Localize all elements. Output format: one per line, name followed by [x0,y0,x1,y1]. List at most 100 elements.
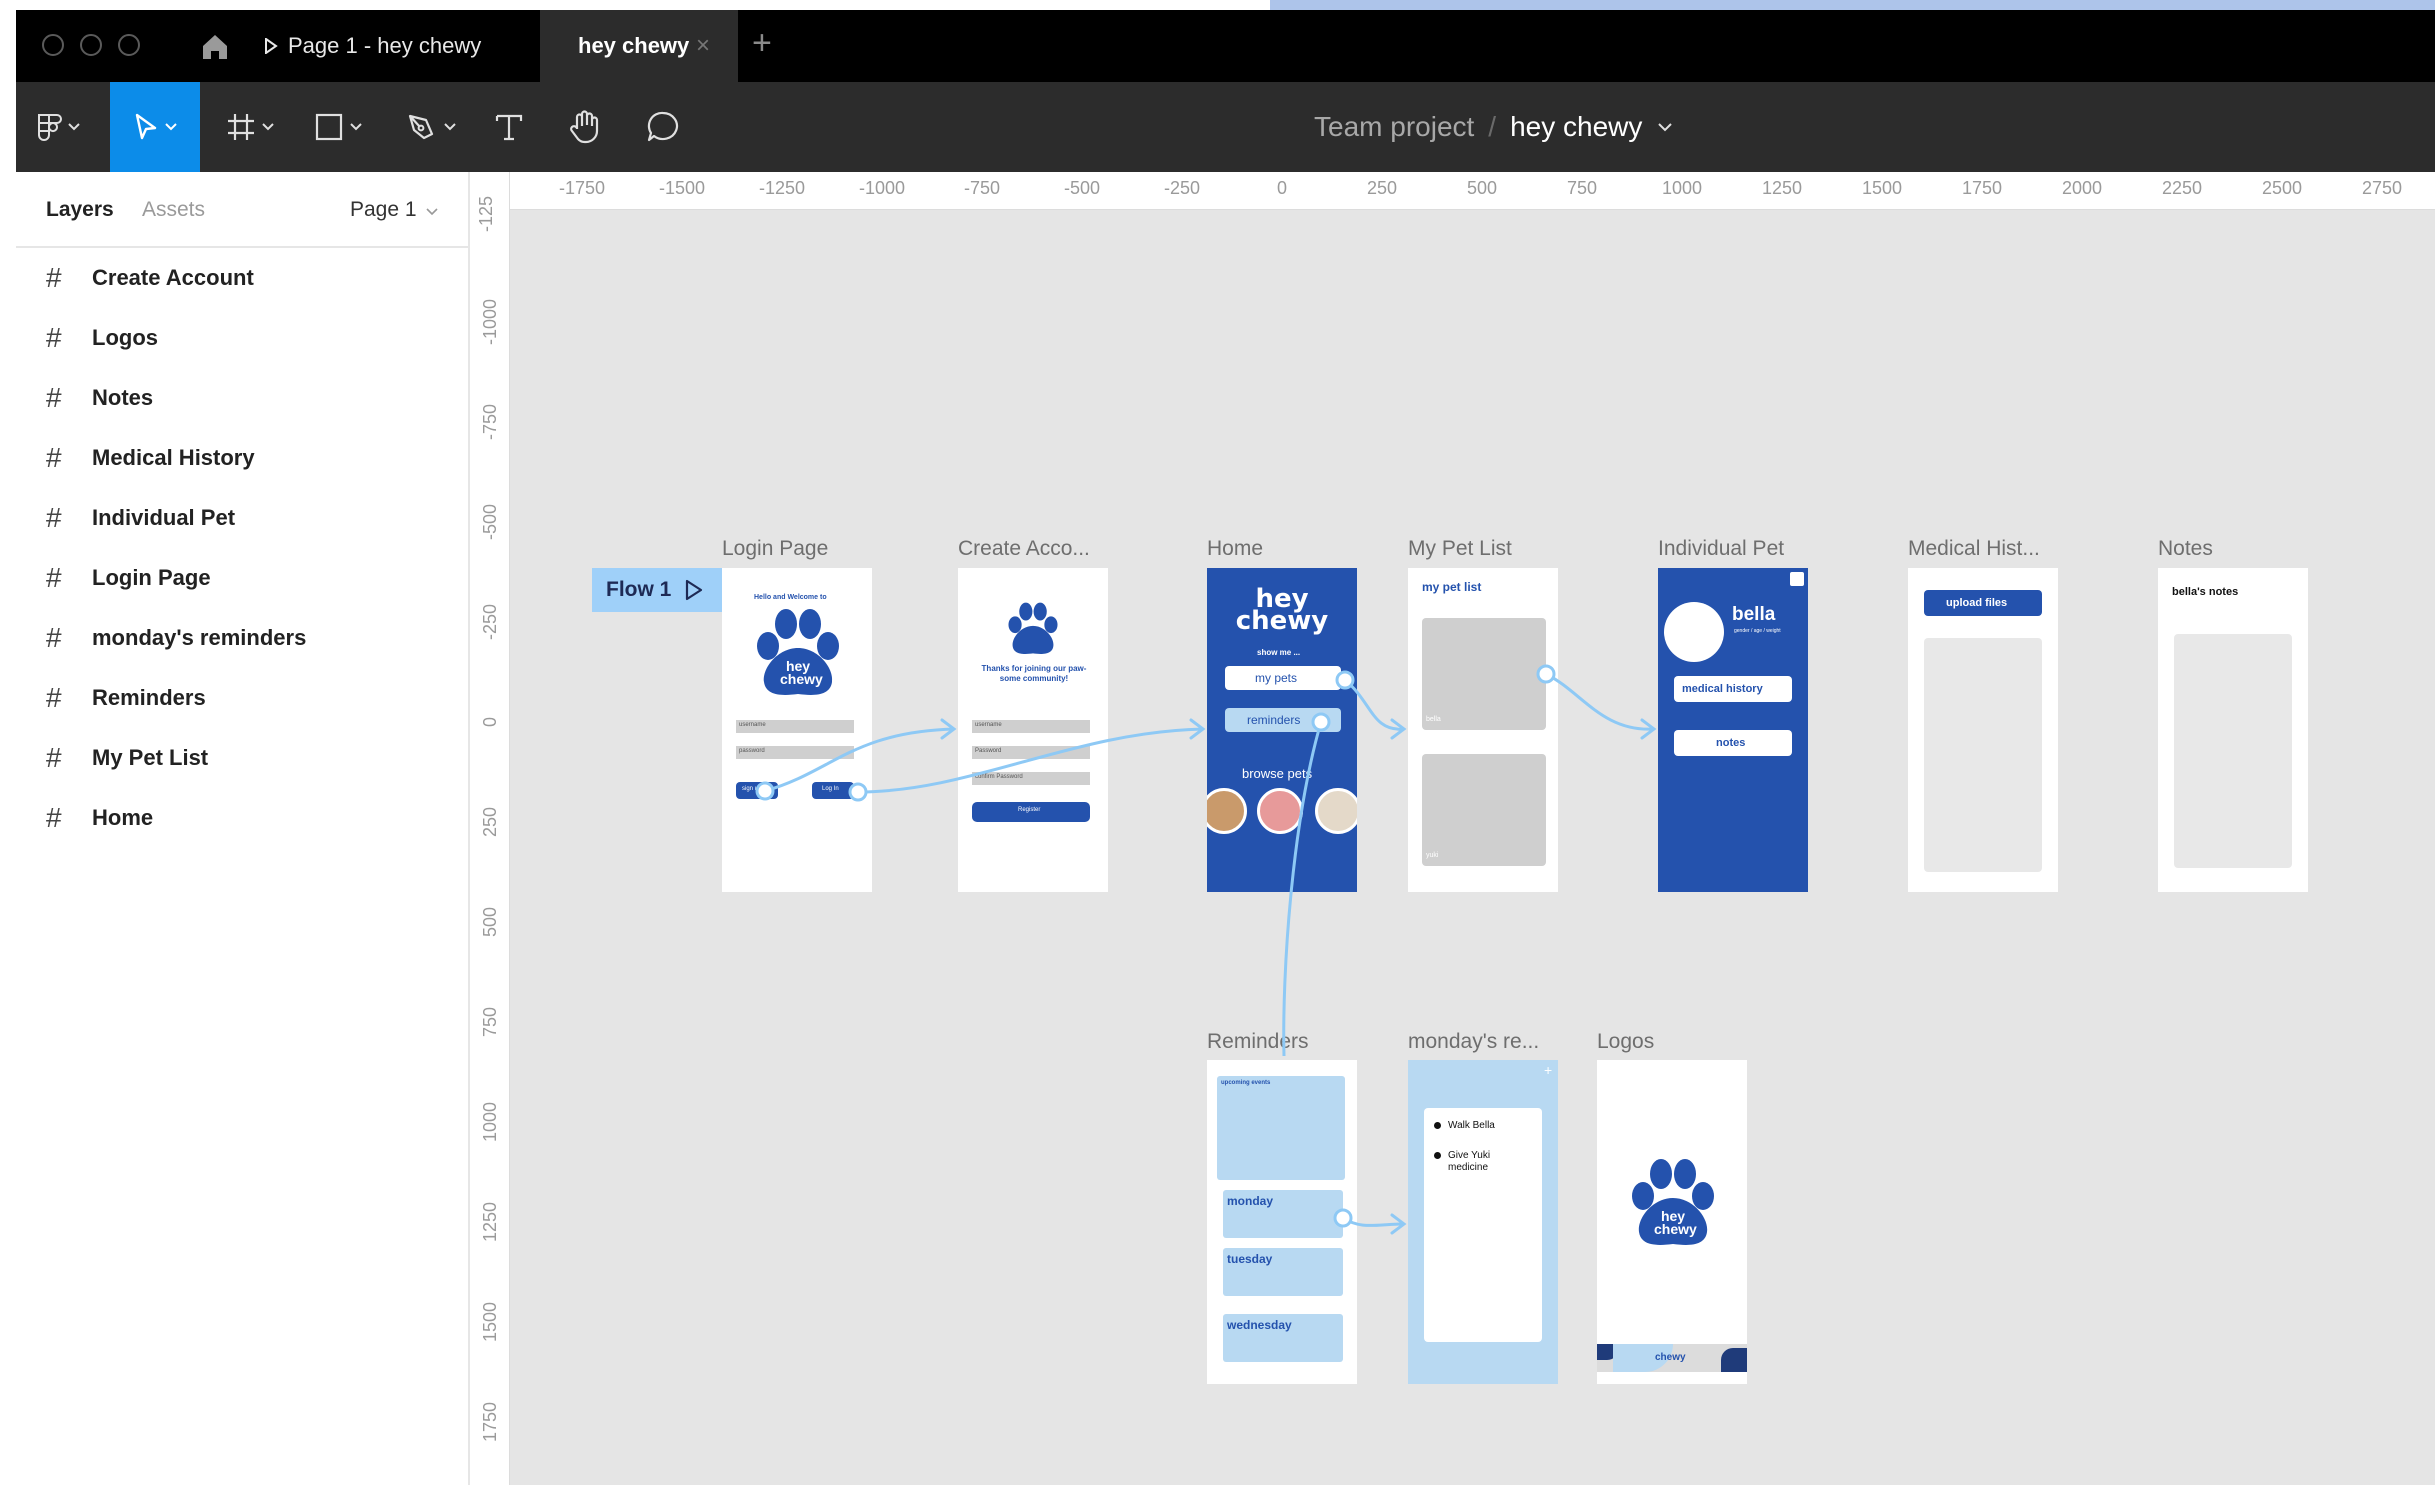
username-field[interactable]: username [972,720,1090,733]
frame-home[interactable]: hey chewy show me ... my pets reminders … [1207,568,1357,892]
frame-login-page[interactable]: Hello and Welcome to hey chewy username … [722,568,872,892]
layer-item[interactable]: # Login Page [46,558,211,598]
edit-icon[interactable] [1790,572,1804,586]
day-card-tuesday[interactable]: tuesday [1223,1248,1343,1296]
home-icon[interactable] [200,32,230,62]
frame-label[interactable]: Home [1207,537,1263,561]
move-tool-button[interactable] [110,82,200,172]
banner-shape [1721,1348,1747,1372]
frame-mondays-reminders[interactable]: + Walk Bella Give Yuki medicine [1408,1060,1558,1384]
chevron-down-icon [444,123,456,131]
layer-item[interactable]: # Individual Pet [46,498,235,538]
dog-photo[interactable] [1207,788,1247,834]
password-field[interactable]: password [736,746,854,759]
reminders-button[interactable]: reminders [1225,708,1341,732]
layer-item[interactable]: # Medical History [46,438,255,478]
flow-starting-point[interactable]: Flow 1 [592,568,724,612]
connector-pet-card[interactable] [1545,672,1655,731]
frame-my-pet-list[interactable]: my pet list bella yuki [1408,568,1558,892]
layer-item[interactable]: # Notes [46,378,153,418]
page-selector[interactable]: Page 1 [350,198,438,222]
arrowhead-icon [940,718,957,740]
text-tool-button[interactable] [494,82,524,172]
layer-item[interactable]: # Logos [46,318,158,358]
ruler-tick-label: 1500 [480,1301,500,1343]
hand-tool-button[interactable] [568,82,602,172]
register-button[interactable]: Register [972,802,1090,822]
password-field[interactable]: Password [972,746,1090,759]
medical-history-button[interactable]: medical history [1674,676,1792,702]
frame-label[interactable]: Login Page [722,537,828,561]
frame-label[interactable]: Notes [2158,537,2213,561]
frame-label[interactable]: Logos [1597,1030,1654,1054]
layer-item[interactable]: # Create Account [46,258,254,298]
main-menu-button[interactable] [36,82,80,172]
canvas[interactable]: -1750 -1500 -1250 -1000 -750 -500 -250 0… [472,172,2435,1485]
tab-file[interactable]: hey chewy × [540,10,738,82]
tab-page[interactable]: Page 1 - hey chewy [264,10,544,82]
frame-label[interactable]: My Pet List [1408,537,1512,561]
ruler-tick-label: 1000 [480,1101,500,1143]
layer-item[interactable]: # monday's reminders [46,618,306,658]
ruler-tick-label: 1250 [480,1201,500,1243]
zoom-window-button[interactable] [118,34,140,56]
frame-individual-pet[interactable]: bella gender / age / weight medical hist… [1658,568,1808,892]
vertical-ruler: -125 -1000 -750 -500 -250 0 250 500 750 … [472,172,510,1485]
upload-files-button[interactable]: upload files [1924,590,2042,616]
frame-icon: # [46,742,62,773]
frame-notes[interactable]: bella's notes [2158,568,2308,892]
ruler-tick-label: -750 [963,178,1001,198]
shape-tool-button[interactable] [314,82,362,172]
layer-item[interactable]: # Home [46,798,153,838]
ruler-tick-label: 500 [1466,178,1498,198]
frame-label[interactable]: monday's re... [1408,1030,1539,1054]
frame-label[interactable]: Reminders [1207,1030,1309,1054]
breadcrumb-file[interactable]: hey chewy [1510,111,1642,143]
rabbit-photo[interactable] [1315,788,1357,834]
layer-item[interactable]: # Reminders [46,678,206,718]
frame-label[interactable]: Create Acco... [958,537,1090,561]
frame-label[interactable]: Individual Pet [1658,537,1784,561]
ruler-tick-label: 1250 [1761,178,1803,198]
close-tab-icon[interactable]: × [696,32,710,60]
frame-label[interactable]: Medical Hist... [1908,537,2040,561]
add-icon[interactable]: + [1544,1062,1552,1078]
paw-logo-icon [1008,602,1058,654]
cat-photo[interactable] [1257,788,1303,834]
browse-pets-text: browse pets [1242,766,1313,781]
close-window-button[interactable] [42,34,64,56]
frame-create-account[interactable]: Thanks for joining our paw-some communit… [958,568,1108,892]
frame-logos[interactable]: hey chewy chewy [1597,1060,1747,1384]
breadcrumb-project[interactable]: Team project [1314,111,1474,143]
notes-area[interactable] [2174,634,2292,868]
login-button[interactable]: Log In [812,782,854,799]
new-tab-button[interactable]: + [752,24,772,63]
chevron-down-icon[interactable] [1658,122,1673,132]
tab-assets[interactable]: Assets [142,198,205,222]
chevron-down-icon [350,123,362,131]
upcoming-events-card[interactable]: upcoming events [1217,1076,1345,1180]
comment-tool-button[interactable] [646,82,680,172]
notes-button[interactable]: notes [1674,730,1792,756]
frame-medical-history[interactable]: upload files [1908,568,2058,892]
frame-tool-button[interactable] [226,82,274,172]
reminder-item[interactable]: Give Yuki medicine [1448,1150,1508,1174]
signup-button[interactable]: sign up [736,782,778,799]
pet-card[interactable]: yuki [1422,754,1546,866]
welcome-text: Hello and Welcome to [754,594,827,601]
pen-tool-button[interactable] [406,82,456,172]
layer-label: Medical History [92,445,255,470]
reminder-item[interactable]: Walk Bella [1448,1120,1495,1131]
day-card-monday[interactable]: monday [1223,1190,1343,1238]
my-pets-button[interactable]: my pets [1225,666,1341,690]
pet-card[interactable]: bella [1422,618,1546,730]
layer-label: Create Account [92,265,254,290]
frame-reminders[interactable]: upcoming events monday tuesday wednesday [1207,1060,1357,1384]
tab-layers[interactable]: Layers [46,198,114,222]
ruler-tick-label: 1750 [480,1401,500,1443]
username-field[interactable]: username [736,720,854,733]
layer-item[interactable]: # My Pet List [46,738,208,778]
minimize-window-button[interactable] [80,34,102,56]
day-card-wednesday[interactable]: wednesday [1223,1314,1343,1362]
confirm-password-field[interactable]: confirm Password [972,772,1090,785]
